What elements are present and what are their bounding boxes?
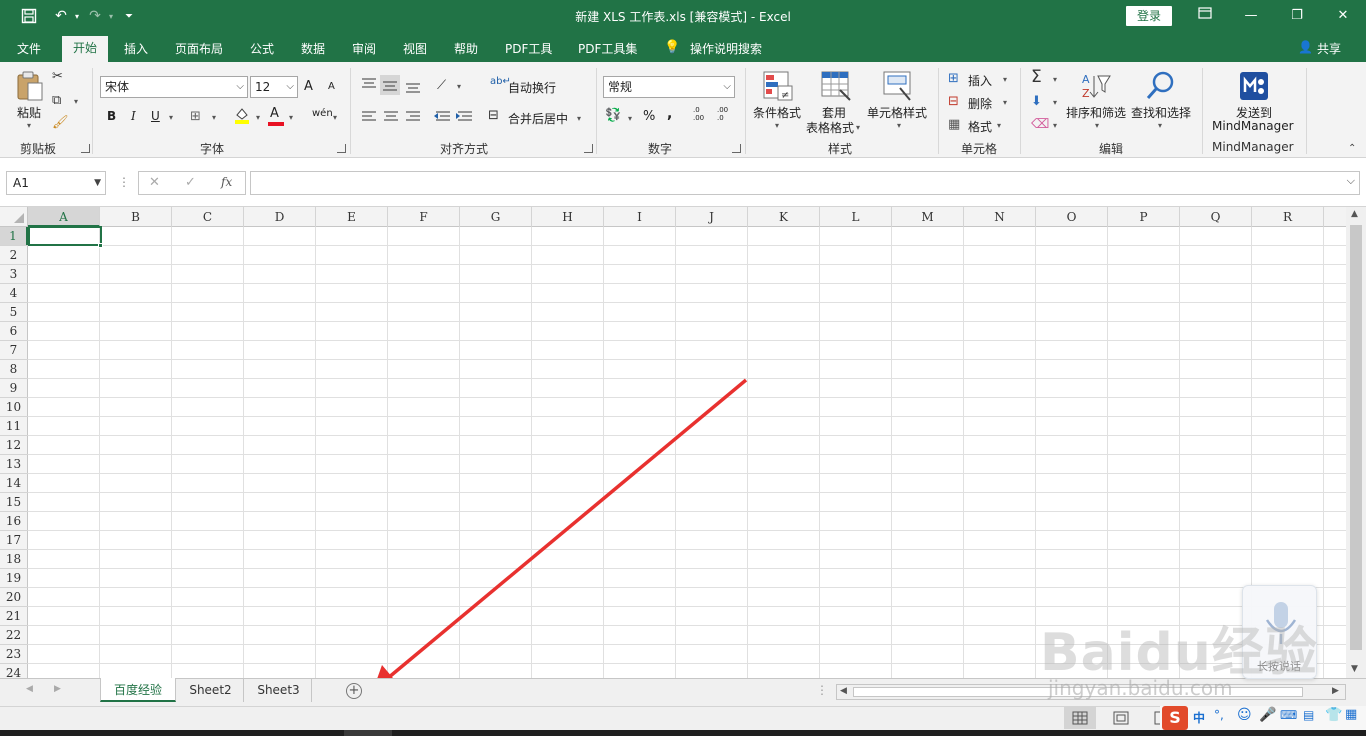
taskbar-strip	[0, 730, 1366, 736]
scroll-up-icon[interactable]: ▲	[1351, 209, 1358, 219]
sheet-tab-baidu[interactable]: 百度经验	[100, 678, 176, 702]
baidu-watermark-logo: Baidu经验	[1040, 623, 1318, 683]
emoji-icon[interactable]: ☺	[1237, 707, 1252, 723]
sheet-tab-sheet3[interactable]: Sheet3	[246, 678, 312, 702]
keyboard-icon[interactable]: ⌨	[1280, 708, 1297, 722]
vertical-scroll-thumb[interactable]	[1350, 225, 1362, 650]
ime-mode-icon[interactable]: 中	[1193, 709, 1205, 726]
baidu-watermark-url: jingyan.baidu.com	[1048, 676, 1233, 700]
tab-split-grip-icon[interactable]: ⋮	[816, 683, 828, 697]
ime-menu-icon[interactable]: ▦	[1345, 707, 1357, 722]
vertical-scrollbar[interactable]: ▲ ▼	[1346, 207, 1366, 678]
skin-icon[interactable]: 👕	[1325, 707, 1342, 723]
scroll-right-icon[interactable]: ▶	[1332, 686, 1339, 696]
punctuation-icon[interactable]: °,	[1214, 708, 1224, 722]
normal-view-button[interactable]	[1064, 707, 1096, 729]
sogou-logo-icon[interactable]: S	[1162, 706, 1188, 730]
microphone-icon[interactable]: 🎤	[1259, 707, 1276, 723]
scroll-down-icon[interactable]: ▼	[1351, 664, 1358, 674]
page-layout-view-button[interactable]	[1110, 707, 1132, 729]
sheet-tab-sheet2[interactable]: Sheet2	[178, 678, 244, 702]
toolbox-icon[interactable]: ▤	[1303, 708, 1314, 722]
next-sheet-icon[interactable]: ▶	[54, 684, 61, 694]
add-sheet-button[interactable]: +	[346, 683, 362, 699]
taskbar-active-item	[344, 730, 392, 736]
scroll-left-icon[interactable]: ◀	[840, 686, 847, 696]
prev-sheet-icon[interactable]: ◀	[26, 684, 33, 694]
